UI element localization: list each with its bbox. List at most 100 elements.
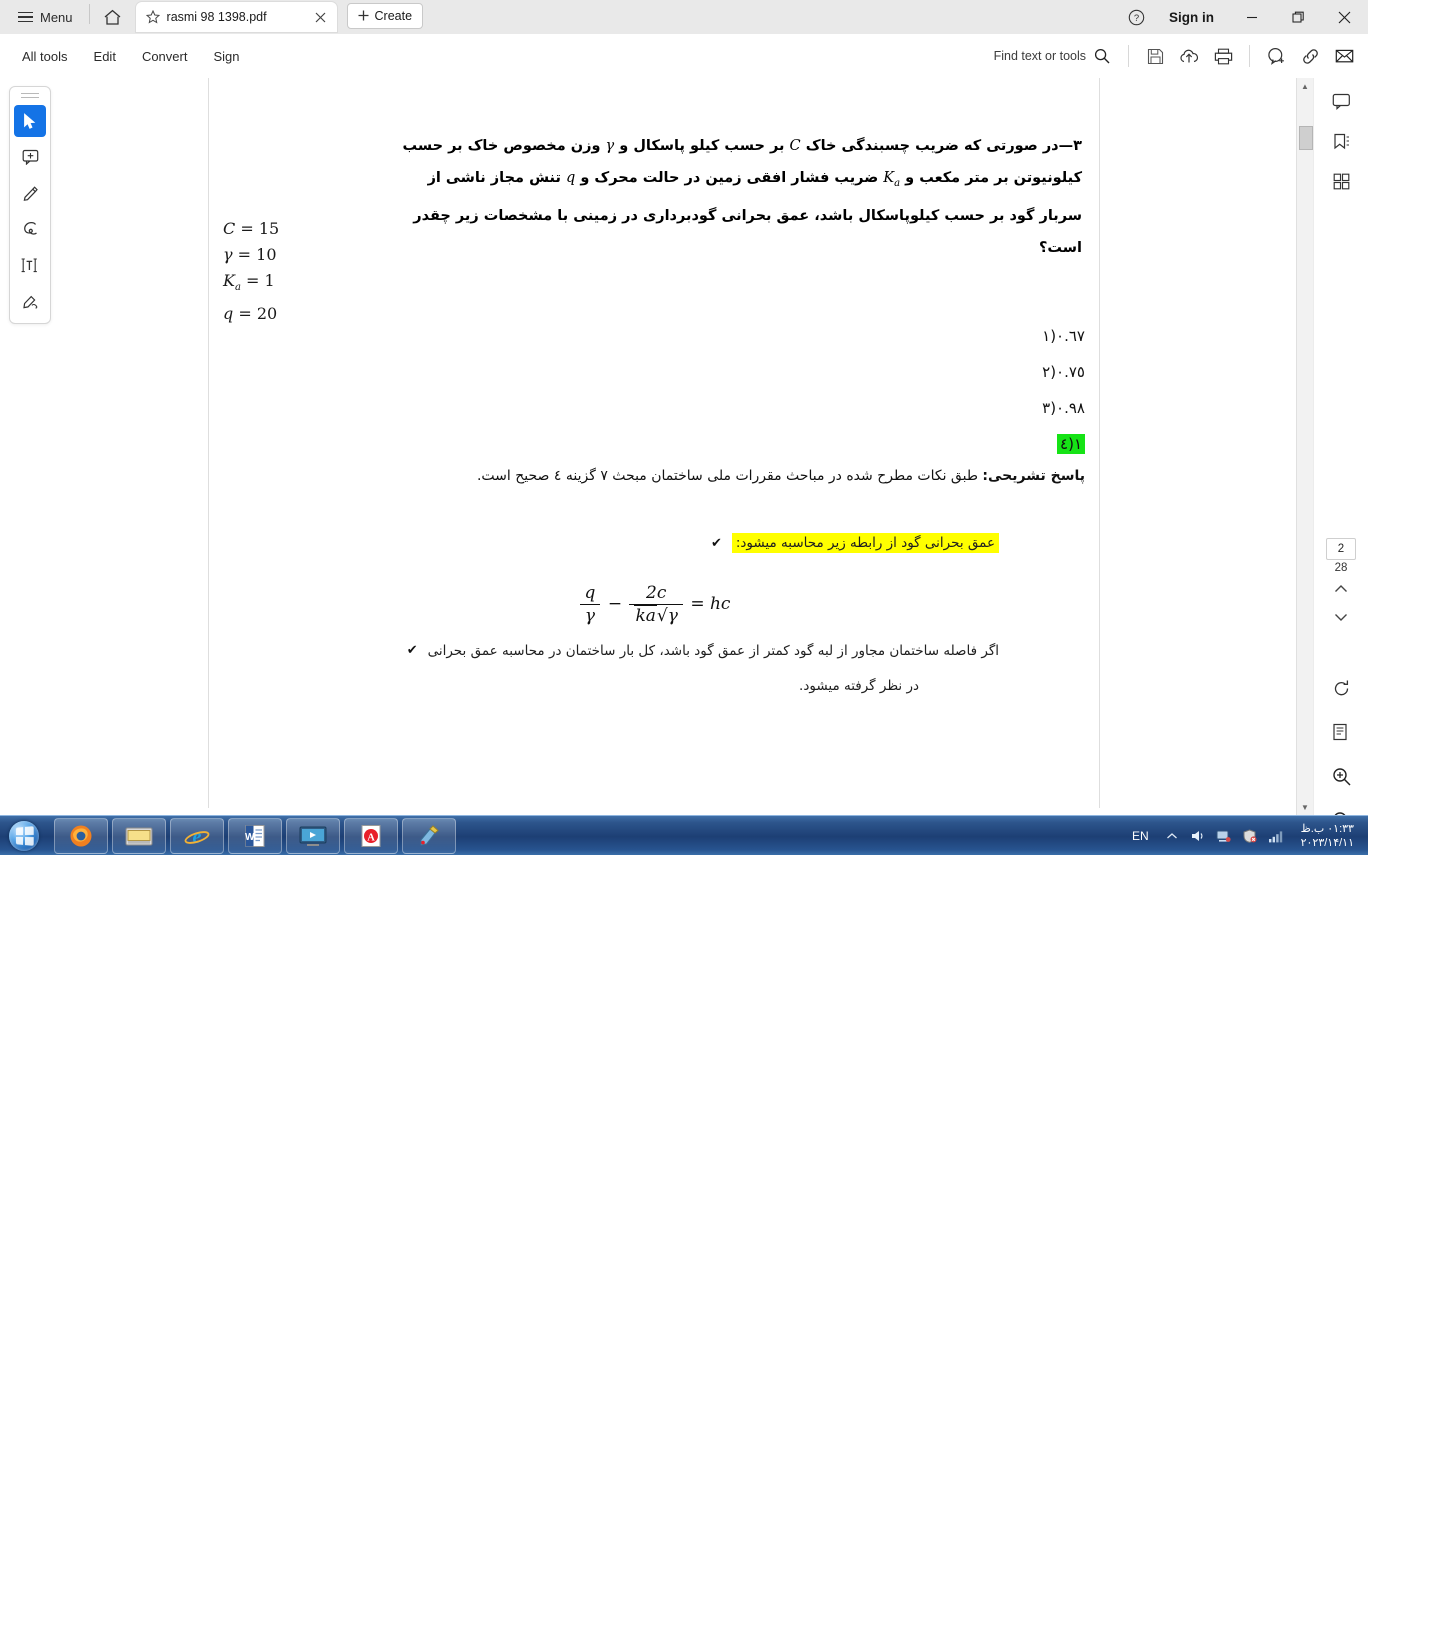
answer-label: پاسخ تشریحی:	[982, 468, 1085, 484]
menu-convert[interactable]: Convert	[130, 43, 200, 70]
draw-freehand-icon	[24, 222, 37, 235]
question-number: ۳—	[1058, 138, 1082, 154]
close-button[interactable]	[1322, 0, 1366, 34]
select-tool-button[interactable]	[14, 105, 46, 137]
toolbar-right: Find text or tools	[986, 40, 1360, 72]
cloud-upload-icon	[1180, 49, 1199, 62]
option-value: ٠.٧٥	[1056, 363, 1085, 381]
question-part-4: ضریب فشار افقی زمین در حالت محرک و	[580, 170, 879, 186]
add-comment-tool-button[interactable]	[14, 141, 46, 173]
create-button[interactable]: Create	[346, 2, 424, 29]
question-part-2: بر حسب کیلو پاسکال و	[619, 138, 785, 154]
title-bar-right: ? Sign in	[1119, 0, 1368, 34]
answer-explanation: پاسخ تشریحی: طبق نکات مطرح شده در مباحث …	[405, 463, 1085, 489]
check-icon: ✔	[710, 535, 722, 551]
tool-menu: All tools Edit Convert Sign	[0, 43, 252, 70]
language-indicator[interactable]: EN	[1126, 827, 1155, 845]
find-box[interactable]: Find text or tools	[986, 48, 1118, 64]
page-view-button[interactable]	[1324, 717, 1358, 747]
close-icon[interactable]	[311, 7, 331, 27]
thumbnails-button[interactable]	[1324, 166, 1358, 196]
option-2[interactable]: ٠.٧٥(۲	[665, 354, 1085, 390]
page-navigation: 2 28	[1326, 538, 1356, 630]
windows-taskbar: e W A EN ۰۱:۳۳ ب.ظ ۲۰۲۳/۱۴/۱۱	[0, 815, 1368, 856]
start-button[interactable]	[0, 817, 48, 855]
right-tool-rail: 2 28	[1313, 78, 1368, 830]
option-1[interactable]: ٠.٦٧(۱	[665, 318, 1085, 354]
comment-icon	[22, 149, 38, 165]
star-icon[interactable]	[145, 10, 160, 24]
current-page-input[interactable]: 2	[1326, 538, 1356, 560]
plus-icon	[358, 10, 369, 21]
scroll-up-arrow[interactable]: ▲	[1297, 78, 1313, 94]
taskbar-word[interactable]: W	[228, 818, 282, 854]
document-scrollbar[interactable]: ▲ ▼	[1296, 78, 1313, 815]
minimize-button[interactable]	[1230, 0, 1274, 34]
search-icon[interactable]	[1094, 48, 1110, 64]
view-tools	[1324, 673, 1358, 835]
formula-minus: −	[607, 594, 623, 614]
network-icon[interactable]	[1215, 827, 1233, 845]
signal-icon[interactable]	[1267, 827, 1285, 845]
correct-answer-highlight: ۱(٤	[1057, 434, 1085, 454]
menu-sign[interactable]: Sign	[201, 43, 251, 70]
home-button[interactable]	[98, 4, 128, 30]
previous-page-button[interactable]	[1326, 576, 1356, 602]
main-toolbar: All tools Edit Convert Sign Find text or…	[0, 34, 1368, 79]
add-comment-button[interactable]	[1260, 40, 1292, 72]
given-value: 10	[256, 245, 277, 264]
option-value: ۱	[1073, 435, 1082, 453]
cloud-upload-button[interactable]	[1173, 40, 1205, 72]
taskbar-internet-explorer[interactable]: e	[170, 818, 224, 854]
formula-lhs: hc	[709, 594, 731, 614]
draw-tool-button[interactable]	[14, 213, 46, 245]
show-hidden-icons-button[interactable]	[1163, 827, 1181, 845]
taskbar-firefox[interactable]	[54, 818, 108, 854]
next-page-button[interactable]	[1326, 604, 1356, 630]
security-icon[interactable]	[1241, 827, 1259, 845]
scroll-down-arrow[interactable]: ▼	[1297, 799, 1313, 815]
document-tab[interactable]: rasmi 98 1398.pdf	[135, 2, 337, 32]
comment-panel-button[interactable]	[1324, 86, 1358, 116]
print-button[interactable]	[1207, 40, 1239, 72]
option-3[interactable]: ٠.٩٨(۳	[665, 390, 1085, 426]
add-text-tool-button[interactable]	[14, 249, 46, 281]
given-symbol: q	[223, 304, 234, 324]
sign-in-button[interactable]: Sign in	[1155, 10, 1228, 25]
restore-button[interactable]	[1276, 0, 1320, 34]
system-tray: EN ۰۱:۳۳ ب.ظ ۲۰۲۳/۱۴/۱۱	[1126, 816, 1368, 856]
bullet-2-text: اگر فاصله ساختمان مجاور از لبه گود کمتر …	[427, 643, 999, 659]
save-button[interactable]	[1139, 40, 1171, 72]
bookmark-button[interactable]	[1324, 126, 1358, 156]
bullet-item-2: اگر فاصله ساختمان مجاور از لبه گود کمتر …	[339, 636, 999, 666]
clock[interactable]: ۰۱:۳۳ ب.ظ ۲۰۲۳/۱۴/۱۱	[1293, 822, 1362, 850]
zoom-in-button[interactable]	[1324, 761, 1358, 791]
create-label: Create	[374, 8, 413, 23]
highlight-tool-button[interactable]	[14, 177, 46, 209]
document-viewport[interactable]: ۳—در صورتی که ضریب چسبندگی خاک C بر حسب …	[60, 78, 1313, 815]
menu-all-tools[interactable]: All tools	[10, 43, 80, 70]
option-4[interactable]: ۱(٤	[665, 426, 1085, 462]
email-button[interactable]	[1328, 40, 1360, 72]
internet-explorer-icon: e	[184, 826, 210, 848]
home-icon	[104, 9, 121, 25]
close-icon	[1338, 11, 1350, 23]
volume-icon[interactable]	[1189, 827, 1207, 845]
taskbar-acrobat[interactable]: A	[344, 818, 398, 854]
menu-edit[interactable]: Edit	[82, 43, 128, 70]
taskbar-paint[interactable]	[402, 818, 456, 854]
explorer-folder-icon	[125, 827, 153, 846]
scrollbar-thumb[interactable]	[1299, 126, 1313, 150]
formula-denominator: γ	[584, 606, 596, 626]
fill-sign-tool-button[interactable]	[14, 285, 46, 317]
menu-button[interactable]: Menu	[10, 1, 81, 33]
drag-handle[interactable]	[21, 93, 39, 98]
help-button[interactable]: ?	[1119, 0, 1153, 34]
taskbar-explorer[interactable]	[112, 818, 166, 854]
rotate-button[interactable]	[1324, 673, 1358, 703]
windows-start-orb-icon	[9, 821, 39, 851]
divider	[1249, 45, 1250, 67]
svg-text:?: ?	[1133, 13, 1138, 24]
share-link-button[interactable]	[1294, 40, 1326, 72]
taskbar-media[interactable]	[286, 818, 340, 854]
